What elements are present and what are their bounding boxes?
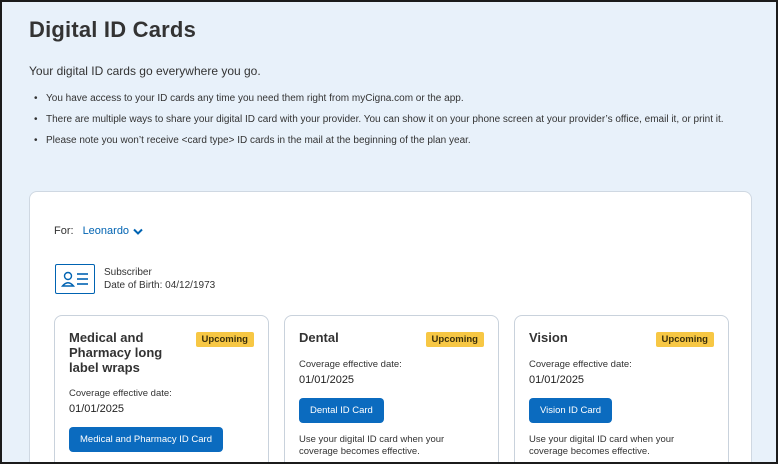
info-bullet-list: You have access to your ID cards any tim… bbox=[34, 92, 756, 155]
card-note: Use your digital ID card when your cover… bbox=[299, 434, 445, 457]
dental-card: Dental Upcoming Coverage effective date:… bbox=[284, 315, 499, 462]
vision-card: Vision Upcoming Coverage effective date:… bbox=[514, 315, 729, 462]
card-note: Use your digital ID card when your cover… bbox=[529, 434, 675, 457]
page-subtitle: Your digital ID cards go everywhere you … bbox=[29, 64, 261, 78]
coverage-label: Coverage effective date: bbox=[299, 359, 402, 370]
dental-id-card-button[interactable]: Dental ID Card bbox=[299, 398, 384, 423]
coverage-label: Coverage effective date: bbox=[529, 359, 632, 370]
member-selector: For: Leonardo bbox=[54, 225, 143, 237]
info-bullet: There are multiple ways to share your di… bbox=[34, 113, 756, 127]
medical-pharmacy-card: Medical and Pharmacy long label wraps Up… bbox=[54, 315, 269, 462]
info-bullet: Please note you won’t receive <card type… bbox=[34, 134, 756, 148]
info-bullet: You have access to your ID cards any tim… bbox=[34, 92, 756, 106]
coverage-date: 01/01/2025 bbox=[529, 374, 585, 386]
subscriber-role: Subscriber bbox=[104, 267, 152, 278]
medical-pharmacy-id-card-button[interactable]: Medical and Pharmacy ID Card bbox=[69, 427, 223, 452]
status-badge: Upcoming bbox=[425, 332, 484, 347]
member-dropdown[interactable]: Leonardo bbox=[83, 225, 130, 237]
id-cards-panel: For: Leonardo Subscriber Date of Birth: … bbox=[29, 191, 752, 462]
page-title: Digital ID Cards bbox=[29, 17, 197, 42]
digital-id-cards-page: Digital ID Cards Your digital ID cards g… bbox=[0, 0, 778, 464]
coverage-date: 01/01/2025 bbox=[69, 403, 125, 415]
for-label: For: bbox=[54, 225, 74, 237]
card-title: Medical and Pharmacy long label wraps bbox=[69, 330, 163, 375]
subscriber-text: Subscriber Date of Birth: 04/12/1973 bbox=[104, 266, 215, 292]
subscriber-dob: Date of Birth: 04/12/1973 bbox=[104, 280, 216, 291]
card-title: Dental bbox=[299, 330, 339, 345]
chevron-down-icon[interactable] bbox=[133, 227, 143, 235]
id-card-icon bbox=[55, 264, 95, 294]
vision-id-card-button[interactable]: Vision ID Card bbox=[529, 398, 613, 423]
coverage-date: 01/01/2025 bbox=[299, 374, 355, 386]
status-badge: Upcoming bbox=[195, 332, 254, 347]
status-badge: Upcoming bbox=[655, 332, 714, 347]
coverage-label: Coverage effective date: bbox=[69, 388, 172, 399]
card-title: Vision bbox=[529, 330, 568, 345]
subscriber-info: Subscriber Date of Birth: 04/12/1973 bbox=[55, 264, 215, 294]
